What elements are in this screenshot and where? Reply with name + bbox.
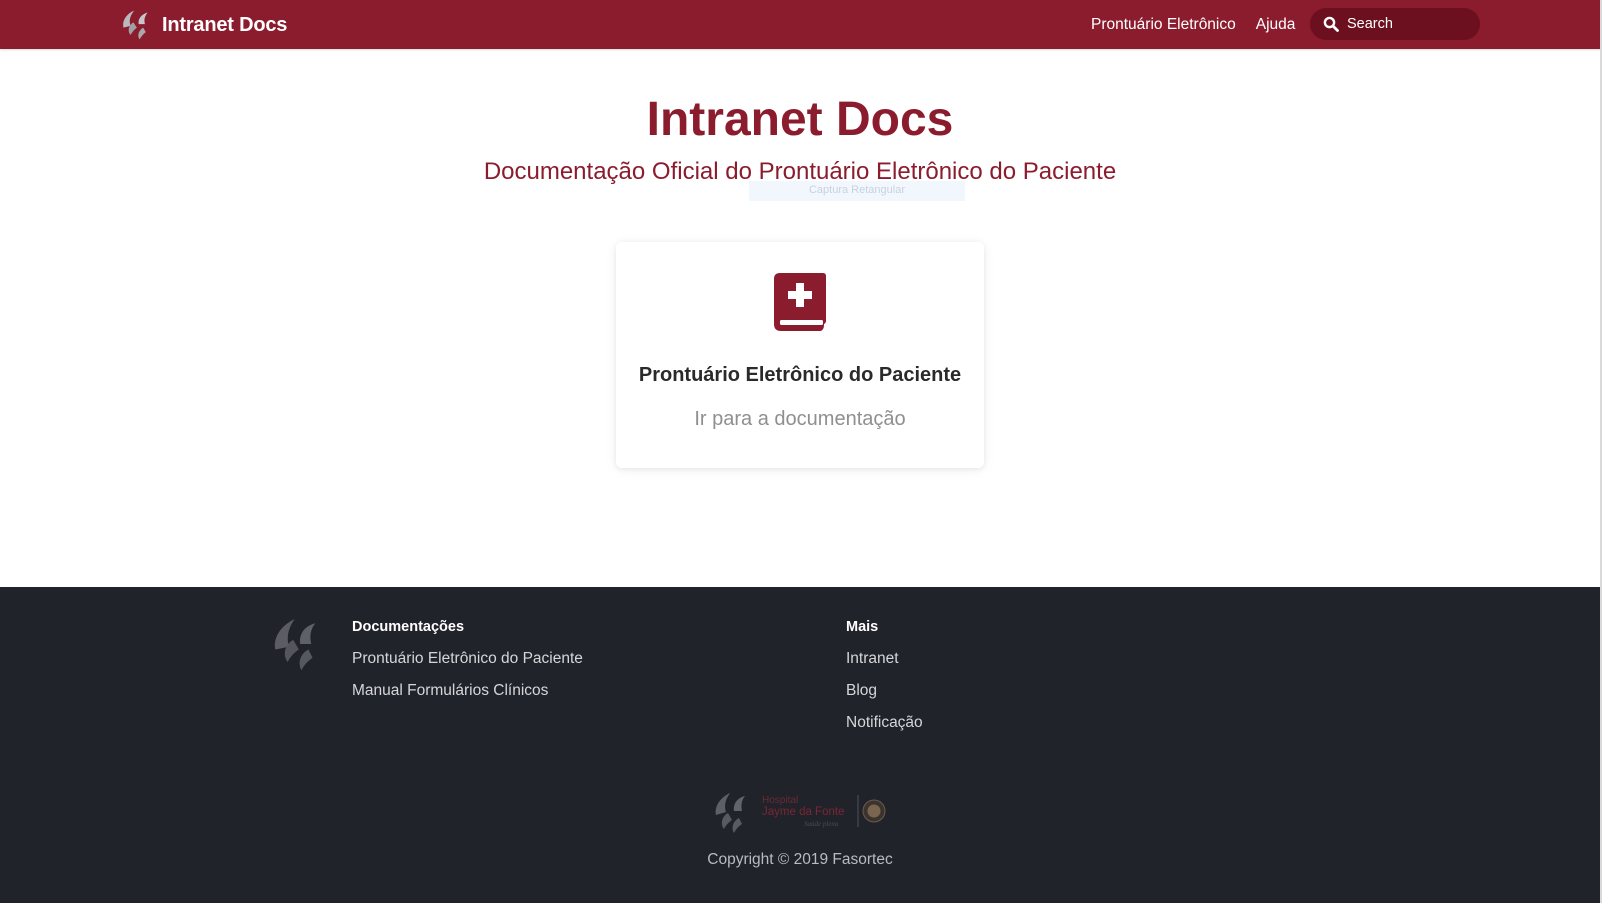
nav-link-ajuda[interactable]: Ajuda bbox=[1256, 16, 1296, 34]
hospital-badge-logo: Hospital Jayme da Fonte Saúde plena bbox=[715, 793, 886, 833]
footer-link-notificacao[interactable]: Notificação bbox=[846, 714, 923, 746]
badge-text-hospital: Hospital bbox=[762, 795, 798, 806]
footer-link-blog[interactable]: Blog bbox=[846, 682, 923, 714]
footer-link-manual[interactable]: Manual Formulários Clínicos bbox=[352, 682, 583, 714]
nav-link-prontuario[interactable]: Prontuário Eletrônico bbox=[1091, 16, 1236, 34]
top-navbar: Intranet Docs Prontuário Eletrônico Ajud… bbox=[0, 0, 1602, 49]
brand-home-link[interactable]: Intranet Docs bbox=[118, 8, 287, 42]
footer-heading-documentacoes: Documentações bbox=[352, 619, 465, 635]
badge-text-name: Jayme da Fonte bbox=[762, 806, 844, 818]
documentation-card[interactable]: Prontuário Eletrônico do Paciente Ir par… bbox=[616, 242, 984, 468]
card-title: Prontuário Eletrônico do Paciente bbox=[638, 364, 962, 386]
medical-book-icon bbox=[774, 273, 826, 331]
search-box[interactable] bbox=[1310, 8, 1480, 40]
footer-column-mais: Mais Intranet Blog Notificação bbox=[846, 619, 923, 746]
documentation-link[interactable]: Ir para a documentação bbox=[616, 408, 984, 431]
footer-logo-icon bbox=[274, 619, 316, 671]
footer-column-documentacoes: Documentações Prontuário Eletrônico do P… bbox=[352, 619, 583, 714]
page-title: Intranet Docs bbox=[646, 93, 954, 146]
search-input[interactable] bbox=[1347, 16, 1467, 32]
badge-text-tagline: Saúde plena bbox=[804, 820, 839, 828]
footer: Documentações Prontuário Eletrônico do P… bbox=[0, 587, 1602, 903]
capture-tooltip: Captura Retangular bbox=[749, 181, 965, 201]
footer-link-prontuario[interactable]: Prontuário Eletrônico do Paciente bbox=[352, 650, 583, 682]
copyright-text: Copyright © 2019 Fasortec bbox=[707, 851, 893, 868]
brand-title: Intranet Docs bbox=[162, 13, 288, 36]
nav-links: Prontuário Eletrônico Ajuda bbox=[1091, 0, 1315, 49]
hospital-logo-icon bbox=[123, 10, 148, 40]
footer-link-intranet[interactable]: Intranet bbox=[846, 650, 923, 682]
search-icon bbox=[1323, 16, 1339, 32]
footer-heading-mais: Mais bbox=[846, 619, 879, 635]
